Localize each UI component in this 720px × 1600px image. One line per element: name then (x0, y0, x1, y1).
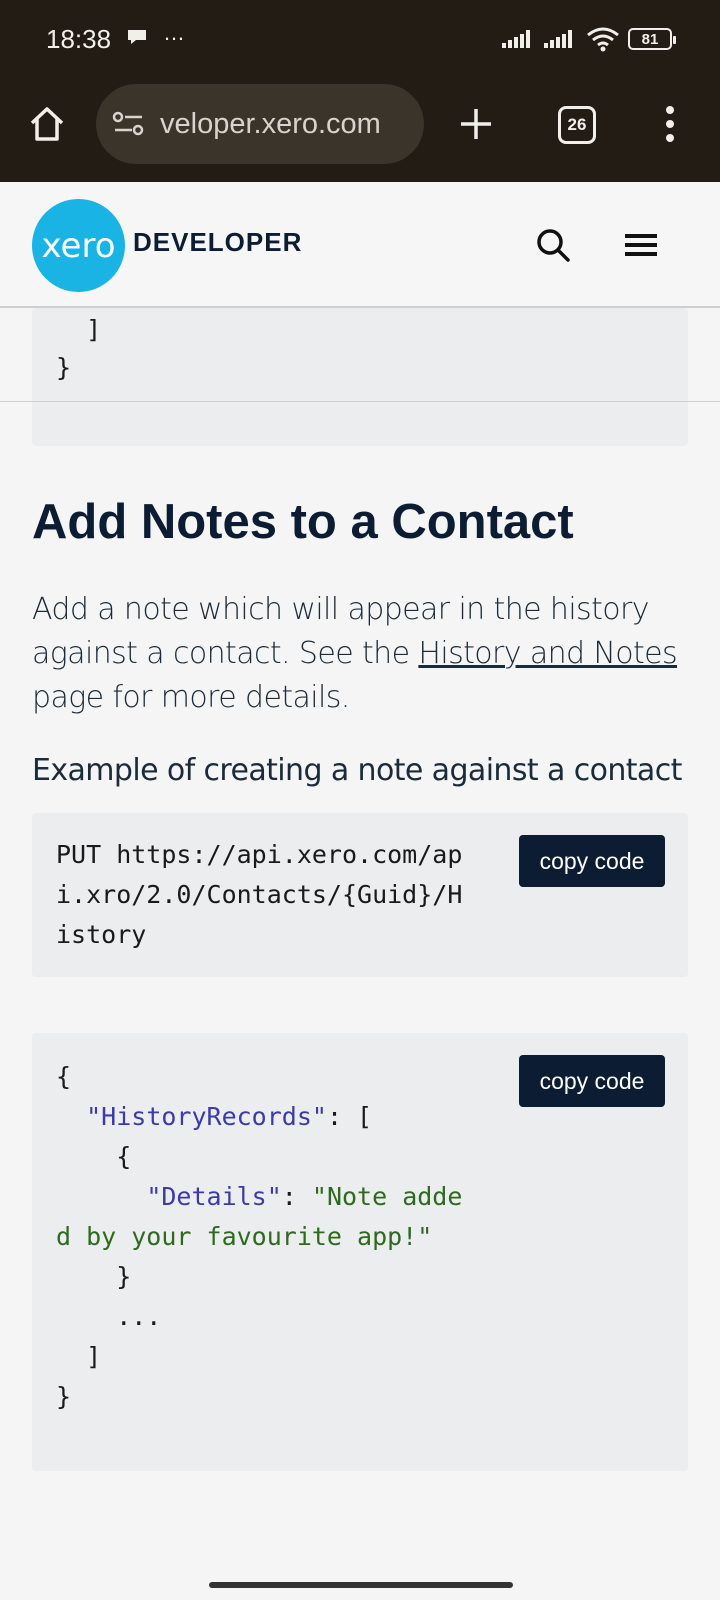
signal-icon (502, 30, 530, 48)
code-string-line: d by your favourite app!" (56, 1222, 433, 1251)
wifi-icon (587, 27, 619, 52)
new-tab-icon[interactable] (456, 104, 496, 144)
copy-code-button[interactable]: copy code (519, 1055, 665, 1107)
code-line: ] (56, 1342, 102, 1371)
brand-word[interactable]: DEVELOPER (133, 227, 302, 258)
code-line: { (56, 1142, 132, 1171)
previous-code-block: ] } (32, 308, 688, 446)
battery-level: 81 (641, 30, 659, 48)
code-line: i.xro/2.0/Contacts/{Guid}/H (56, 880, 463, 909)
tab-switcher-button[interactable]: 26 (558, 106, 596, 144)
history-and-notes-link[interactable]: History and Notes (418, 636, 677, 671)
body-code-block: { "HistoryRecords": [ { "Details": "Note… (32, 1033, 688, 1471)
example-label: Example of creating a note against a con… (32, 753, 682, 788)
section-divider (0, 401, 720, 402)
site-header: xero DEVELOPER (0, 182, 720, 308)
code-line: "Details": "Note adde (56, 1177, 462, 1217)
code-line: PUT https://api.xero.com/ap (56, 840, 463, 869)
description-text-end: page for more details. (32, 680, 350, 715)
message-icon (128, 30, 146, 44)
status-right: 81 (502, 26, 676, 52)
code-key: "HistoryRecords" (86, 1102, 327, 1131)
browser-menu-icon[interactable] (660, 104, 680, 144)
code-line: } (56, 1382, 72, 1411)
logo-text: xero (41, 225, 116, 266)
tab-count: 26 (567, 115, 587, 134)
code-line: } (56, 1262, 132, 1291)
code-line: } (56, 353, 72, 382)
copy-code-button[interactable]: copy code (519, 835, 665, 887)
battery-indicator: 81 (628, 28, 676, 50)
url-text[interactable]: veloper.xero.com (160, 108, 381, 141)
site-settings-icon[interactable] (112, 109, 146, 139)
code-punct: : [ (326, 1102, 373, 1131)
code-line: "HistoryRecords": [ (56, 1097, 372, 1137)
address-bar[interactable]: veloper.xero.com (96, 84, 424, 164)
hamburger-menu-icon[interactable] (625, 230, 657, 260)
code-line: ] (56, 315, 102, 344)
browser-chrome: 18:38 … 81 veloper.xero.com 26 (0, 0, 720, 182)
home-icon[interactable] (27, 104, 67, 144)
status-time: 18:38 (46, 24, 112, 54)
search-icon[interactable] (535, 227, 571, 263)
code-line: { (56, 1062, 72, 1091)
code-punct: : (281, 1182, 312, 1211)
code-line: istory (56, 920, 147, 949)
request-code-block: PUT https://api.xero.com/ap i.xro/2.0/Co… (32, 813, 688, 977)
code-key: "Details" (146, 1182, 282, 1211)
code-string: "Note adde (311, 1182, 463, 1211)
signal-icon-2 (544, 30, 572, 48)
xero-logo[interactable]: xero (32, 199, 125, 292)
page-title: Add Notes to a Contact (32, 495, 574, 549)
gesture-home-indicator[interactable] (209, 1582, 513, 1588)
section-description: Add a note which will appear in the hist… (32, 588, 692, 720)
code-line: ... (56, 1302, 162, 1331)
status-more-dots: … (163, 20, 186, 45)
